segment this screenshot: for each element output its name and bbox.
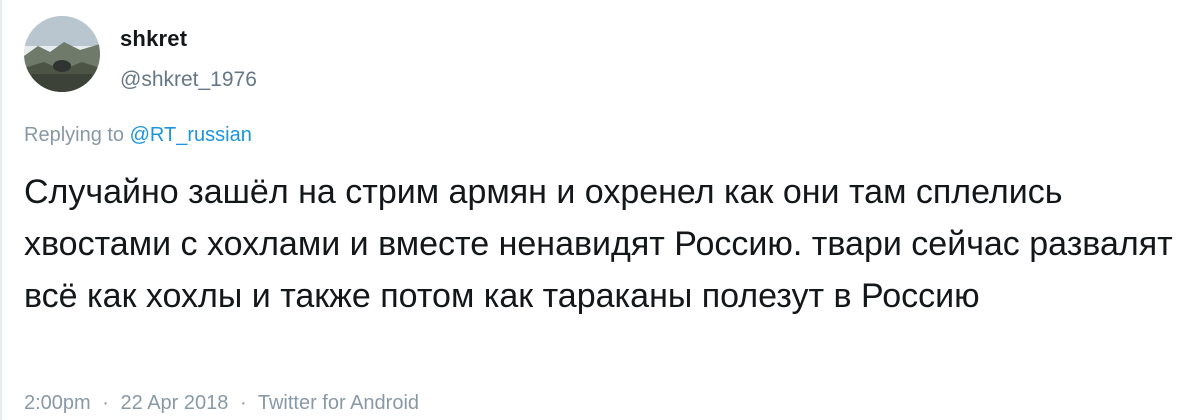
- meta-separator-2: ·: [239, 392, 247, 414]
- tweet-source: Twitter for Android: [257, 392, 420, 414]
- tweet-time[interactable]: 2:00pm: [24, 392, 91, 414]
- display-name[interactable]: shkret: [120, 26, 187, 52]
- reply-mention-link[interactable]: @RT_russian: [130, 124, 252, 146]
- tweet-meta: 2:00pm · 22 Apr 2018 · Twitter for Andro…: [24, 392, 419, 415]
- user-handle[interactable]: @shkret_1976: [120, 68, 257, 92]
- replying-to-label: Replying to: [24, 124, 125, 146]
- tweet-date[interactable]: 22 Apr 2018: [121, 392, 229, 414]
- avatar-image: [24, 16, 100, 92]
- tweet-card: shkret @shkret_1976 Replying to @RT_russ…: [0, 0, 1200, 420]
- replying-to-line: Replying to @RT_russian: [24, 124, 252, 147]
- meta-separator: ·: [102, 392, 109, 414]
- tweet-text: Случайно зашёл на стрим армян и охренел …: [24, 173, 1173, 315]
- card-border: [0, 0, 2, 420]
- avatar[interactable]: [24, 16, 100, 92]
